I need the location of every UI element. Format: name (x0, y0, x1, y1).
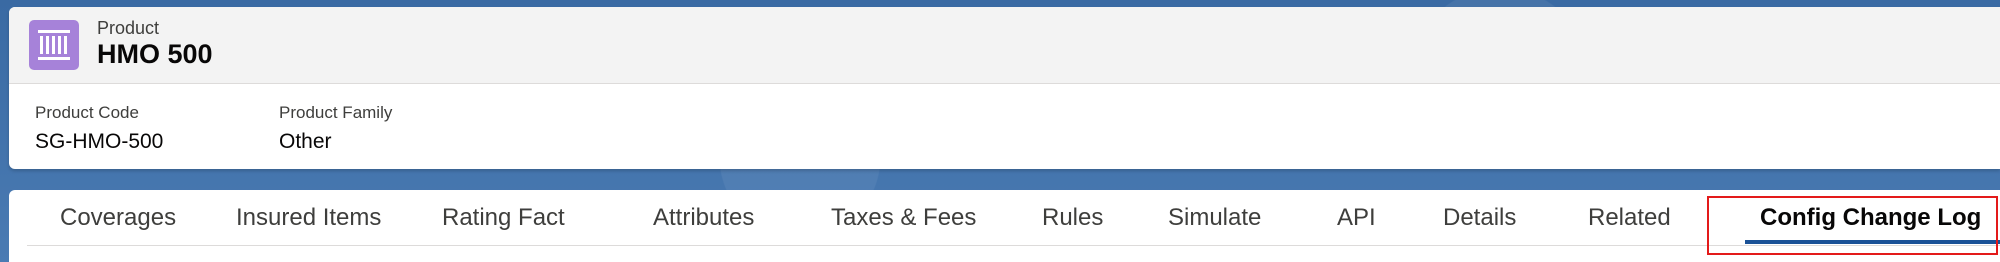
field-product-code: Product Code SG-HMO-500 (35, 102, 163, 156)
tab-rating-fact[interactable]: Rating Fact (442, 204, 565, 232)
field-product-family: Product Family Other (279, 102, 392, 156)
tab-insured-items[interactable]: Insured Items (236, 204, 381, 232)
tabset-container: Coverages Insured Items Rating Fact Attr… (9, 190, 2000, 262)
active-tab-indicator (1745, 240, 2000, 244)
field-value[interactable]: SG-HMO-500 (35, 128, 163, 156)
tab-details[interactable]: Details (1443, 204, 1516, 232)
tab-rules[interactable]: Rules (1042, 204, 1103, 232)
field-label: Product Code (35, 103, 139, 122)
record-header-title-bar: Product HMO 500 (9, 7, 2000, 84)
tab-simulate[interactable]: Simulate (1168, 204, 1261, 232)
product-barcode-icon (29, 20, 79, 70)
tab-related[interactable]: Related (1588, 204, 1671, 232)
record-title: HMO 500 (97, 39, 213, 69)
field-value[interactable]: Other (279, 128, 392, 156)
tab-bar: Coverages Insured Items Rating Fact Attr… (27, 190, 2000, 246)
object-type-label: Product (97, 18, 160, 38)
record-header: Product HMO 500 Product Code SG-HMO-500 … (9, 7, 2000, 169)
field-label: Product Family (279, 103, 393, 122)
tab-config-change-log[interactable]: Config Change Log (1760, 204, 1981, 232)
tab-api[interactable]: API (1337, 204, 1376, 232)
tab-attributes[interactable]: Attributes (653, 204, 754, 232)
tab-taxes-fees[interactable]: Taxes & Fees (831, 204, 976, 232)
tab-coverages[interactable]: Coverages (60, 204, 176, 232)
